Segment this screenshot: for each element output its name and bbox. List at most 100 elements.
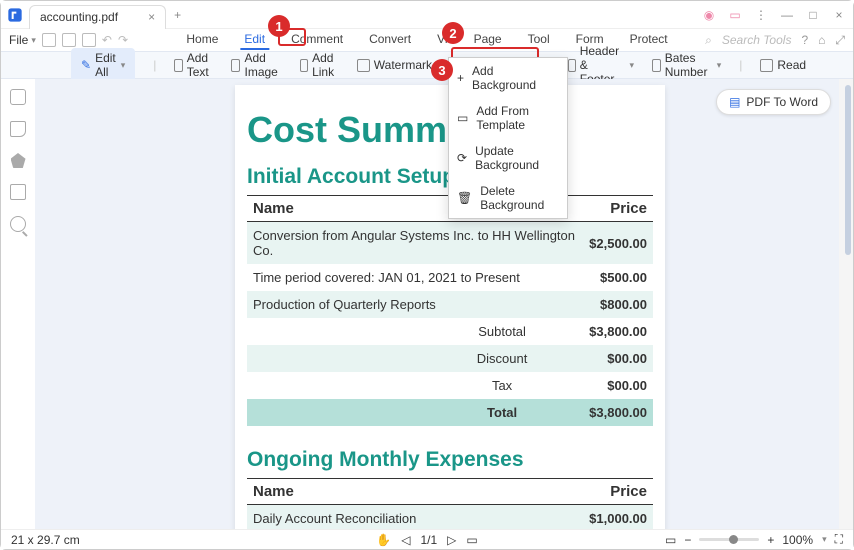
callout-3: 3 (431, 59, 453, 81)
read-button[interactable]: Read (760, 58, 806, 72)
home-icon[interactable]: ⌂ (818, 33, 825, 47)
table-row: Conversion from Angular Systems Inc. to … (247, 222, 653, 265)
search-tools-input[interactable]: Search Tools (722, 33, 792, 47)
cell-name: Daily Account Reconciliation (247, 505, 537, 530)
template-icon: ▭ (457, 111, 468, 125)
table-row: Subtotal$3,800.00 (247, 318, 653, 345)
cell-label: Total (247, 399, 583, 426)
cell-price: $00.00 (583, 345, 653, 372)
bookmark-icon[interactable] (10, 121, 26, 137)
edit-all-button[interactable]: ✎ Edit All▾ (71, 48, 135, 82)
section-2-title: Ongoing Monthly Expenses (235, 444, 665, 478)
table-row: Production of Quarterly Reports$800.00 (247, 291, 653, 318)
document-area: Cost Summa Initial Account Setup NamePri… (35, 79, 839, 529)
menu-protect[interactable]: Protect (626, 30, 672, 50)
bates-number-button[interactable]: Bates Number▾ (652, 51, 721, 79)
tab-add-button[interactable]: + (166, 8, 189, 22)
zoom-slider[interactable] (699, 538, 759, 541)
menu-convert[interactable]: Convert (365, 30, 415, 50)
word-icon: ▤ (729, 95, 740, 109)
menu-form[interactable]: Form (572, 30, 608, 50)
delete-background-item[interactable]: 🗑Delete Background (449, 178, 567, 218)
next-page-icon[interactable]: ▷ (447, 533, 456, 547)
zoom-out-icon[interactable]: − (684, 533, 691, 547)
more-icon[interactable]: ⋮ (753, 8, 769, 22)
tab-active[interactable]: accounting.pdf × (29, 5, 166, 29)
close-button[interactable]: × (831, 8, 847, 22)
cell-price: $2,500.00 (583, 222, 653, 265)
layout-icon[interactable]: ▭ (466, 533, 477, 547)
callout-2: 2 (442, 22, 464, 44)
th-price: Price (537, 479, 653, 505)
scroll-thumb[interactable] (845, 85, 851, 255)
main-menu: Home Edit Comment Convert Vi Page Tool F… (182, 30, 671, 50)
menubar-right: ⌕ Search Tools ? ⌂ ⤢ (705, 33, 845, 48)
thumbnails-icon[interactable] (10, 89, 26, 105)
update-background-item[interactable]: ⟳Update Background (449, 138, 567, 178)
search-panel-icon[interactable] (10, 216, 26, 232)
minimize-button[interactable]: — (779, 8, 795, 22)
file-menu[interactable]: File▾ (9, 33, 36, 47)
tab-filename: accounting.pdf (40, 10, 118, 24)
save-icon[interactable] (62, 33, 76, 47)
annotation-icon[interactable] (11, 153, 26, 168)
cell-price: $3,800.00 (583, 399, 653, 426)
zoom-value[interactable]: 100% (782, 533, 813, 547)
background-dropdown: +Add Background ▭Add From Template ⟳Upda… (448, 57, 568, 219)
hand-tool-icon[interactable]: ✋ (376, 533, 391, 547)
menu-tool[interactable]: Tool (524, 30, 554, 50)
menu-home[interactable]: Home (182, 30, 222, 50)
table-1: NamePrice Conversion from Angular System… (247, 195, 653, 426)
close-icon[interactable]: × (148, 10, 155, 24)
cell-label: Subtotal (247, 318, 583, 345)
trash-icon: 🗑 (457, 191, 472, 205)
add-from-template-item[interactable]: ▭Add From Template (449, 98, 567, 138)
fullscreen-icon[interactable]: ⛶ (835, 532, 843, 547)
gift-icon[interactable]: ◉ (701, 8, 717, 22)
add-background-item[interactable]: +Add Background (449, 58, 567, 98)
menubar: File▾ ↶ ↷ Home Edit Comment Convert Vi P… (1, 29, 853, 51)
expand-icon[interactable]: ⤢ (835, 33, 845, 48)
fit-icon[interactable]: ▭ (665, 533, 676, 547)
table-row: Discount$00.00 (247, 345, 653, 372)
menu-edit[interactable]: Edit (240, 30, 269, 50)
table-row-total: Total$3,800.00 (247, 399, 653, 426)
add-text-button[interactable]: Add Text (174, 51, 213, 79)
note-icon[interactable]: ▭ (727, 8, 743, 22)
page-total: /1 (427, 533, 437, 547)
menu-page[interactable]: Page (470, 30, 506, 50)
undo-icon[interactable]: ↶ (102, 33, 112, 47)
attachments-icon[interactable] (10, 184, 26, 200)
page-current[interactable]: 1 (420, 533, 427, 547)
cell-price: $00.00 (583, 372, 653, 399)
scrollbar[interactable] (839, 79, 853, 529)
cell-price: $500.00 (583, 264, 653, 291)
menu-comment[interactable]: Comment (287, 30, 347, 50)
zoom-in-icon[interactable]: + (767, 533, 774, 547)
cell-name: Production of Quarterly Reports (247, 291, 583, 318)
cell-name: Conversion from Angular Systems Inc. to … (247, 222, 583, 265)
pdf-to-word-button[interactable]: ▤ PDF To Word (716, 89, 831, 115)
toolbar: ✎ Edit All▾ | Add Text Add Image Add Lin… (1, 51, 853, 79)
add-link-button[interactable]: Add Link (300, 51, 339, 79)
prev-page-icon[interactable]: ◁ (401, 533, 410, 547)
add-image-button[interactable]: Add Image (231, 51, 281, 79)
cell-label: Discount (247, 345, 583, 372)
search-icon: ⌕ (705, 33, 712, 48)
print-icon[interactable] (82, 33, 96, 47)
cell-label: Tax (247, 372, 583, 399)
cell-price: $800.00 (583, 291, 653, 318)
callout-1: 1 (268, 15, 290, 37)
plus-icon: + (457, 71, 464, 85)
app-logo (1, 1, 29, 29)
table-row: Tax$00.00 (247, 372, 653, 399)
help-icon[interactable]: ? (801, 33, 808, 47)
window-controls: ◉ ▭ ⋮ — □ × (701, 1, 847, 29)
table-row: Time period covered: JAN 01, 2021 to Pre… (247, 264, 653, 291)
maximize-button[interactable]: □ (805, 8, 821, 22)
watermark-button[interactable]: Watermark▾ (357, 58, 442, 72)
redo-icon[interactable]: ↷ (118, 33, 128, 47)
page-dimensions: 21 x 29.7 cm (11, 533, 80, 547)
open-icon[interactable] (42, 33, 56, 47)
file-menu-group: File▾ ↶ ↷ (9, 33, 128, 47)
